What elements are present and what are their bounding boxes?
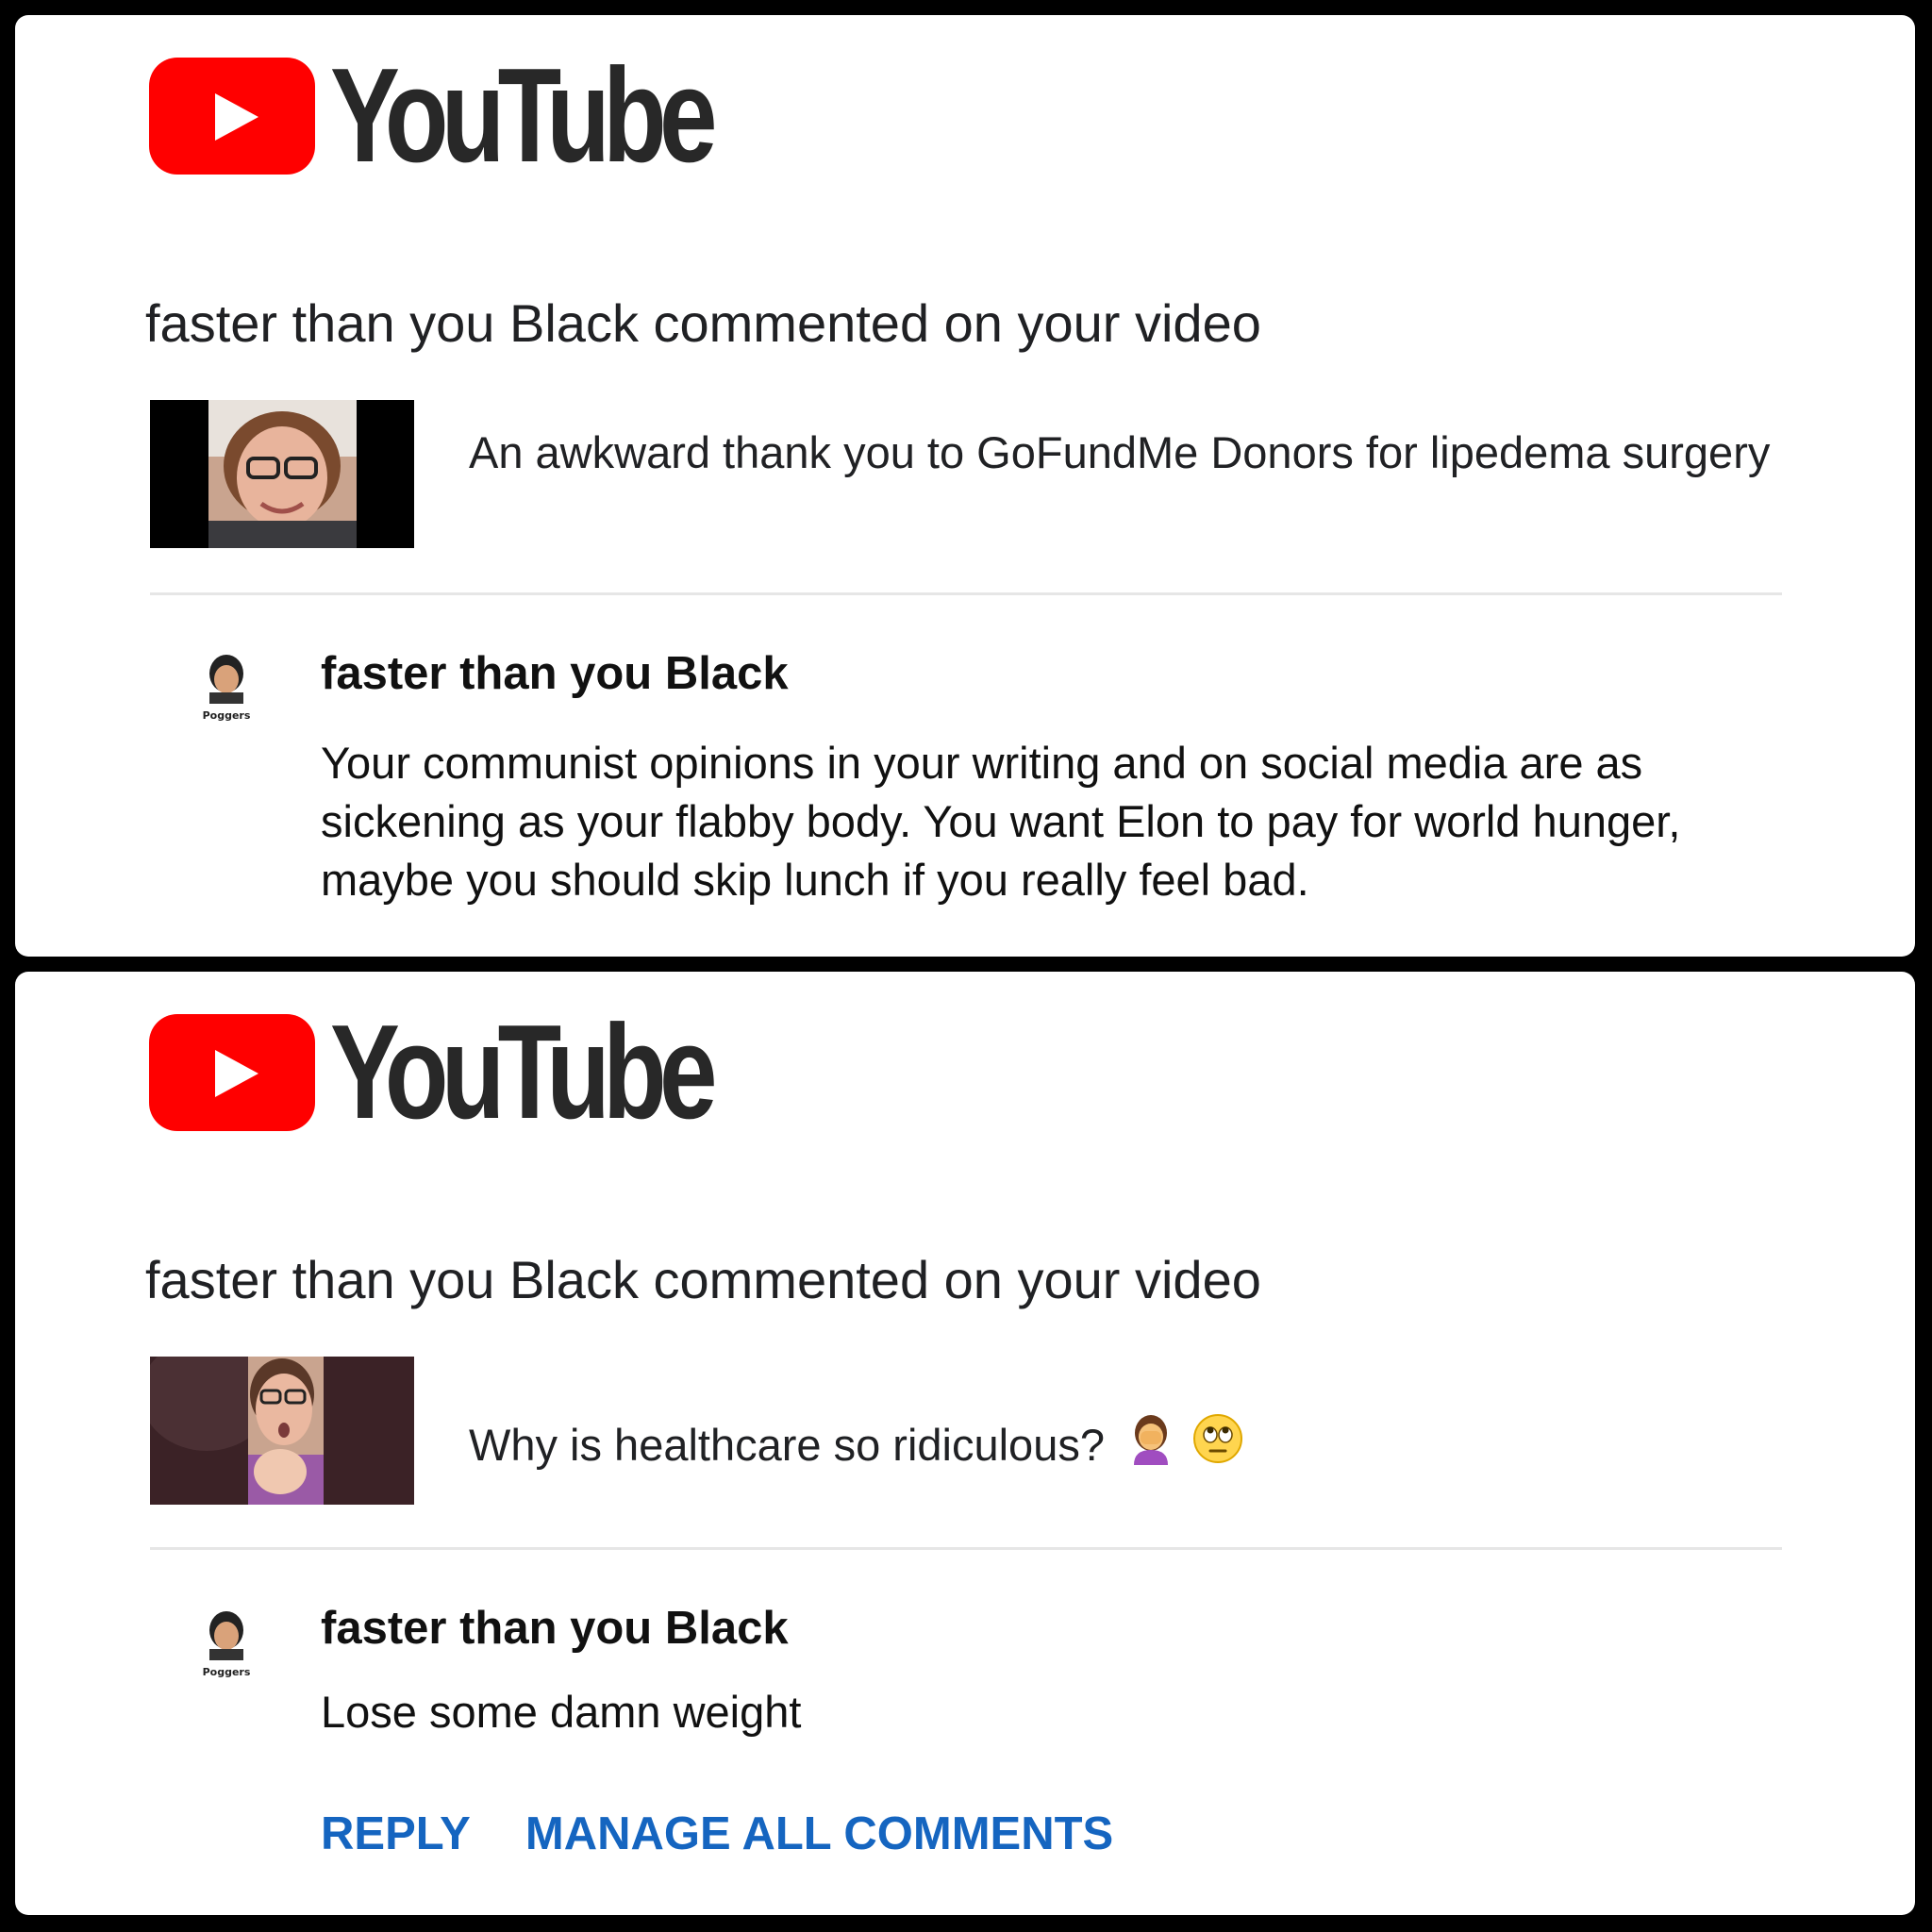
youtube-wordmark: YouTube bbox=[330, 41, 718, 191]
thumbnail-image bbox=[150, 1357, 414, 1505]
comment-author[interactable]: faster than you Black bbox=[321, 647, 789, 700]
comment-actions: REPLY MANAGE ALL COMMENTS bbox=[321, 1807, 1113, 1860]
avatar-caption: Poggers bbox=[203, 709, 251, 722]
avatar-image: Poggers bbox=[203, 655, 251, 722]
comment-text: Lose some damn weight bbox=[321, 1687, 802, 1737]
video-thumbnail[interactable] bbox=[150, 400, 414, 548]
thumbnail-image bbox=[150, 400, 414, 548]
reply-button[interactable]: REPLY bbox=[321, 1807, 471, 1860]
manage-all-comments-button[interactable]: MANAGE ALL COMMENTS bbox=[525, 1807, 1113, 1860]
youtube-play-icon bbox=[149, 1014, 315, 1131]
youtube-play-icon bbox=[149, 58, 315, 175]
avatar-caption: Poggers bbox=[203, 1666, 251, 1678]
video-title-text: Why is healthcare so ridiculous? bbox=[469, 1420, 1105, 1470]
avatar: Poggers bbox=[189, 649, 264, 724]
avatar: Poggers bbox=[189, 1606, 264, 1681]
youtube-logo: YouTube bbox=[149, 49, 817, 183]
notification-card-2: YouTube faster than you Black commented … bbox=[15, 972, 1915, 1915]
woman-facepalming-icon bbox=[1124, 1412, 1177, 1486]
video-title[interactable]: Why is healthcare so ridiculous? bbox=[469, 1409, 1808, 1486]
comment-text: Your communist opinions in your writing … bbox=[321, 738, 1681, 905]
comment-author[interactable]: faster than you Black bbox=[321, 1602, 789, 1655]
notification-headline: faster than you Black commented on your … bbox=[145, 293, 1261, 353]
video-thumbnail[interactable] bbox=[150, 1357, 414, 1505]
divider bbox=[150, 592, 1782, 595]
youtube-logo: YouTube bbox=[149, 1006, 817, 1140]
divider bbox=[150, 1547, 1782, 1550]
avatar-image: Poggers bbox=[203, 1611, 251, 1678]
youtube-wordmark: YouTube bbox=[330, 997, 718, 1147]
video-title[interactable]: An awkward thank you to GoFundMe Donors … bbox=[469, 417, 1808, 489]
face-rolling-eyes-icon bbox=[1191, 1412, 1244, 1486]
notification-headline: faster than you Black commented on your … bbox=[145, 1250, 1261, 1309]
notification-card-1: YouTube faster than you Black commented … bbox=[15, 15, 1915, 957]
